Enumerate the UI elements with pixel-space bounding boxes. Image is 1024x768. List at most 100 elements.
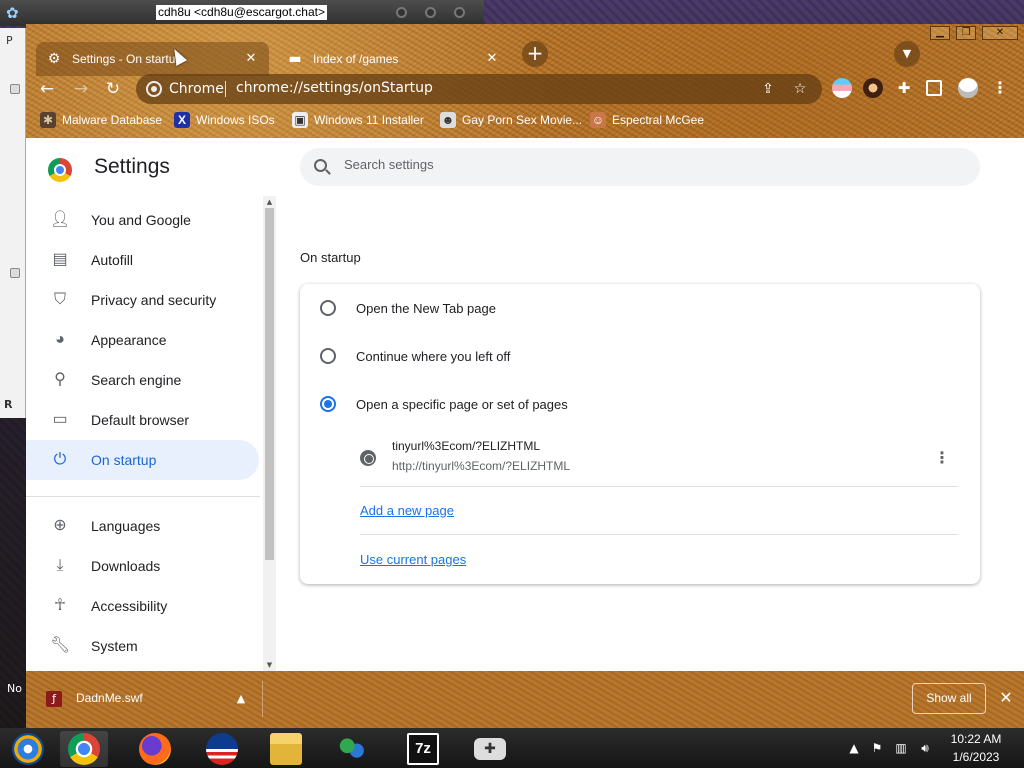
settings-page: Settings 👤︎ You and Google ▤ Autofill ⛉ … xyxy=(26,138,1024,671)
tab-search-button[interactable]: ▼ xyxy=(894,41,920,67)
messenger-logo-icon: ✿ xyxy=(6,4,19,22)
taskbar-app-chrome[interactable] xyxy=(60,731,108,767)
address-bar[interactable]: Chrome chrome://settings/onStartup ⇪ ☆ xyxy=(136,74,822,104)
sidebar-item-languages[interactable]: ⊕ Languages xyxy=(26,506,259,546)
volume-icon[interactable]: 🔊︎ xyxy=(917,740,933,756)
sidebar-item-appearance[interactable]: ◕ Appearance xyxy=(26,320,259,360)
window-close-button[interactable]: ✕ xyxy=(982,26,1018,40)
more-vert-icon[interactable]: ⋮ xyxy=(932,446,952,470)
network-icon[interactable]: ▥ xyxy=(893,740,909,756)
scroll-down-icon[interactable]: ▼ xyxy=(264,660,275,670)
sidebar-item-you-and-google[interactable]: 👤︎ You and Google xyxy=(26,200,259,240)
url-text[interactable]: chrome://settings/onStartup xyxy=(236,80,433,96)
side-panel-icon[interactable] xyxy=(926,80,942,96)
minimize-icon[interactable] xyxy=(396,7,407,18)
msn-messenger-icon xyxy=(336,733,368,765)
sidebar-item-downloads[interactable]: ⤓ Downloads xyxy=(26,546,259,586)
clock-time[interactable]: 10:22 AM xyxy=(948,732,1004,746)
sidebar-item-on-startup[interactable]: ⏻ On startup xyxy=(26,440,259,480)
show-hidden-icons-icon[interactable]: ▲ xyxy=(846,740,862,756)
forward-button[interactable]: → xyxy=(68,76,94,102)
flash-file-icon: ƒ xyxy=(46,691,62,707)
radio-button-icon[interactable] xyxy=(320,300,336,316)
option-new-tab-page[interactable]: Open the New Tab page xyxy=(320,296,496,320)
use-current-pages-link[interactable]: Use current pages xyxy=(360,552,466,567)
window-minimize-button[interactable]: ▁ xyxy=(930,26,950,40)
download-icon: ⤓ xyxy=(56,557,64,574)
search-input[interactable] xyxy=(344,157,944,172)
scroll-up-icon[interactable]: ▲ xyxy=(264,197,275,207)
sidebar-item-search-engine[interactable]: ⚲ Search engine xyxy=(26,360,259,400)
chrome-window: ▁ ❐ ✕ ⚙ Settings - On startup ✕ ▬ Index … xyxy=(26,24,1024,728)
chevron-up-icon[interactable]: ▲ xyxy=(231,689,251,709)
background-window-tab[interactable]: P xyxy=(6,34,13,47)
site-chip[interactable]: Chrome xyxy=(169,81,224,97)
bookmark-espectral-mcgee[interactable]: ☺ Espectral McGee xyxy=(590,111,704,129)
windows-start-icon xyxy=(12,733,44,765)
sidebar-scrollbar[interactable]: ▲ ▼ xyxy=(263,196,276,671)
show-all-button[interactable]: Show all xyxy=(912,683,986,714)
mask-icon: ☻ xyxy=(440,112,456,128)
bookmark-star-icon[interactable]: ☆ xyxy=(790,79,810,99)
desktop-icon-label[interactable]: No xyxy=(7,682,22,695)
maximize-icon[interactable] xyxy=(425,7,436,18)
tab-title: Index of /games xyxy=(313,52,399,66)
background-window[interactable]: P R xyxy=(0,28,26,418)
sidebar-item-label: Languages xyxy=(91,518,161,534)
tab-settings[interactable]: ⚙ Settings - On startup ✕ xyxy=(36,42,269,76)
bookmark-windows-11-installer[interactable]: ▣ Windows 11 Installer xyxy=(292,111,424,129)
extensions-puzzle-icon[interactable]: ✚ xyxy=(894,78,914,98)
sidebar-item-label: System xyxy=(91,638,138,654)
close-tab-icon[interactable]: ✕ xyxy=(484,51,500,67)
dropdown-icon[interactable] xyxy=(10,268,20,278)
dropdown-icon[interactable] xyxy=(10,84,20,94)
flag-icon[interactable]: ⚑ xyxy=(869,740,885,756)
back-button[interactable]: ← xyxy=(34,76,60,102)
bookmark-gay-porn-sex-movie[interactable]: ☻ Gay Porn Sex Movie... xyxy=(440,111,582,129)
avatar-extension-icon[interactable] xyxy=(863,78,883,98)
startup-page-url: http://tinyurl%3Ecom/?ELIZHTML xyxy=(392,459,571,473)
taskbar-app-firefox[interactable] xyxy=(131,731,179,767)
radio-button-icon[interactable] xyxy=(320,348,336,364)
download-file-name[interactable]: DadnMe.swf xyxy=(76,691,143,705)
taskbar-app-messenger[interactable] xyxy=(328,731,376,767)
bookmark-malware-database[interactable]: ✱ Malware Database xyxy=(40,111,162,129)
window-maximize-button[interactable]: ❐ xyxy=(956,26,976,40)
file-explorer-icon xyxy=(270,733,302,765)
start-button[interactable] xyxy=(4,731,52,767)
taskbar-app-file-explorer[interactable] xyxy=(262,731,310,767)
tab-title: Settings - On startup xyxy=(72,52,183,66)
tab-index-of-games[interactable]: ▬ Index of /games ✕ xyxy=(277,42,510,76)
taskbar-app-game[interactable]: ✚ xyxy=(466,731,514,767)
option-specific-pages[interactable]: Open a specific page or set of pages xyxy=(320,392,568,416)
sidebar-item-default-browser[interactable]: ▭ Default browser xyxy=(26,400,259,440)
share-icon[interactable]: ⇪ xyxy=(758,79,778,99)
bookmark-windows-isos[interactable]: X Windows ISOs xyxy=(174,111,275,129)
clock-date[interactable]: 1/6/2023 xyxy=(946,750,1006,764)
new-tab-button[interactable]: + xyxy=(522,41,548,67)
close-tab-icon[interactable]: ✕ xyxy=(243,51,259,67)
sidebar-item-system[interactable]: 🔧︎ System xyxy=(26,626,259,666)
add-new-page-link[interactable]: Add a new page xyxy=(360,503,454,518)
browser-frame: ▁ ❐ ✕ ⚙ Settings - On startup ✕ ▬ Index … xyxy=(26,24,1024,138)
close-shelf-icon[interactable]: ✕ xyxy=(996,688,1016,708)
sidebar-item-privacy-and-security[interactable]: ⛉ Privacy and security xyxy=(26,280,259,320)
sidebar-item-label: Autofill xyxy=(91,252,134,268)
flag-extension-icon[interactable] xyxy=(832,78,852,98)
option-continue-where-left-off[interactable]: Continue where you left off xyxy=(320,344,510,368)
taskbar-app-obama-logo[interactable] xyxy=(198,731,246,767)
close-icon[interactable] xyxy=(454,7,465,18)
sidebar-item-label: Downloads xyxy=(91,558,161,574)
radio-button-checked-icon[interactable] xyxy=(320,396,336,412)
profile-avatar-icon[interactable] xyxy=(958,78,978,98)
chrome-menu-icon[interactable]: ⋮ xyxy=(990,78,1010,98)
taskbar-app-7zip[interactable]: 7z xyxy=(399,731,447,767)
messenger-title-bar[interactable]: ✿ cdh8u <cdh8u@escargot.chat> xyxy=(0,0,484,26)
reload-button[interactable]: ↻ xyxy=(100,76,126,102)
scrollbar-thumb[interactable] xyxy=(265,208,274,560)
sidebar-item-autofill[interactable]: ▤ Autofill xyxy=(26,240,259,280)
search-box[interactable] xyxy=(300,148,980,186)
sidebar-item-accessibility[interactable]: ☥ Accessibility xyxy=(26,586,259,626)
chrome-site-icon xyxy=(146,81,162,97)
address-separator xyxy=(225,81,226,97)
